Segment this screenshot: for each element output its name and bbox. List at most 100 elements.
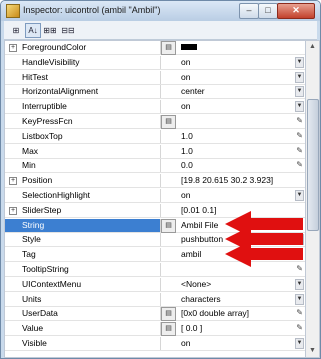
property-row-keypressfcn[interactable]: KeyPressFcn ▤ ✎ xyxy=(5,115,305,129)
property-value-cell[interactable]: 0.0 ✎ xyxy=(161,159,305,172)
dropdown-arrow-icon[interactable]: ▼ xyxy=(295,278,304,290)
property-row-position[interactable]: + Position [19.8 20.615 30.2 3.923] xyxy=(5,174,305,189)
property-value-cell[interactable]: on ▼ xyxy=(161,100,305,113)
property-name: Units xyxy=(22,293,42,304)
expand-icon[interactable]: + xyxy=(9,206,17,215)
dropdown-arrow-icon[interactable]: ▼ xyxy=(295,190,304,201)
text-editor-icon[interactable]: ▤ xyxy=(161,218,176,233)
property-value: [0x0 double array] xyxy=(181,308,250,319)
collapse-all-icon[interactable]: ⊟⊟ xyxy=(60,23,76,38)
property-row-selectionhighlight[interactable]: SelectionHighlight on ▼ xyxy=(5,189,305,203)
property-value-cell[interactable]: on ▼ xyxy=(161,337,305,350)
dropdown-arrow-icon[interactable]: ▼ xyxy=(295,86,304,98)
callback-icon[interactable]: ▤ xyxy=(161,115,176,129)
property-row-max[interactable]: Max 1.0 ✎ xyxy=(5,144,305,159)
vertical-scrollbar[interactable]: ▲ ▼ xyxy=(305,40,320,358)
edit-pencil-icon[interactable]: ✎ xyxy=(296,116,303,125)
sort-alphabetical-icon[interactable]: A↓ xyxy=(25,23,41,38)
property-name-cell[interactable]: UIContextMenu xyxy=(5,277,161,291)
value-editor-icon[interactable]: ▤ xyxy=(161,322,176,337)
property-name-cell[interactable]: Interruptible xyxy=(5,100,161,114)
property-row-units[interactable]: Units characters ▼ xyxy=(5,292,305,307)
property-name-cell[interactable]: + ForegroundColor xyxy=(5,41,161,54)
minimize-button[interactable]: – xyxy=(239,3,259,19)
dropdown-arrow-icon[interactable]: ▼ xyxy=(295,56,304,68)
property-name: UserData xyxy=(22,308,58,319)
expand-all-icon[interactable]: ⊞⊞ xyxy=(42,23,58,38)
edit-pencil-icon[interactable]: ✎ xyxy=(296,131,303,140)
property-value: on xyxy=(181,101,191,112)
edit-pencil-icon[interactable]: ✎ xyxy=(296,146,303,155)
property-row-visible[interactable]: Visible on ▼ xyxy=(5,337,305,351)
property-value: 1.0 xyxy=(181,130,193,141)
property-row-userdata[interactable]: UserData ▤ [0x0 double array] ✎ xyxy=(5,307,305,322)
property-row-min[interactable]: Min 0.0 ✎ xyxy=(5,159,305,174)
property-name-cell[interactable]: Tag xyxy=(5,248,161,262)
edit-pencil-icon[interactable]: ✎ xyxy=(296,160,303,169)
property-name-cell[interactable]: Max xyxy=(5,144,161,158)
property-name-cell[interactable]: Value xyxy=(5,322,161,336)
property-value: center xyxy=(181,86,205,97)
property-name-cell[interactable]: + Position xyxy=(5,174,161,188)
property-value-cell[interactable]: 1.0 ✎ xyxy=(161,130,305,143)
property-value-cell[interactable]: <None> ▼ xyxy=(161,278,305,291)
property-name-cell[interactable]: Style xyxy=(5,233,161,247)
property-value-cell[interactable]: 1.0 ✎ xyxy=(161,145,305,158)
property-value-cell[interactable]: ▤ [ 0.0 ] ✎ xyxy=(161,322,305,337)
categorize-icon[interactable]: ⊞ xyxy=(8,23,24,38)
dropdown-arrow-icon[interactable]: ▼ xyxy=(295,293,304,305)
property-name-cell[interactable]: ListboxTop xyxy=(5,129,161,143)
property-value-cell[interactable]: ▤ xyxy=(161,41,305,55)
scrollbar-thumb[interactable] xyxy=(307,99,319,231)
maximize-button[interactable]: □ xyxy=(258,3,278,19)
property-name-cell[interactable]: HitTest xyxy=(5,70,161,84)
property-row-uicontextmenu[interactable]: UIContextMenu <None> ▼ xyxy=(5,277,305,292)
property-name-cell[interactable]: Min xyxy=(5,159,161,173)
property-name: Max xyxy=(22,145,39,156)
edit-pencil-icon[interactable]: ✎ xyxy=(296,308,303,317)
property-name-cell[interactable]: String xyxy=(5,218,161,232)
property-value: on xyxy=(181,56,191,67)
property-value: 1.0 xyxy=(181,145,193,156)
title-bar[interactable]: Inspector: uicontrol (ambil "Ambil") – □… xyxy=(1,1,320,21)
array-editor-icon[interactable]: ▤ xyxy=(161,307,176,322)
property-row-interruptible[interactable]: Interruptible on ▼ xyxy=(5,100,305,115)
property-row-handlevisibility[interactable]: HandleVisibility on ▼ xyxy=(5,55,305,70)
property-name-cell[interactable]: HorizontalAlignment xyxy=(5,85,161,99)
property-row-horizontalalignment[interactable]: HorizontalAlignment center ▼ xyxy=(5,85,305,100)
property-value-cell[interactable]: ▤ [0x0 double array] ✎ xyxy=(161,307,305,322)
property-value-cell[interactable]: characters ▼ xyxy=(161,293,305,306)
property-name-cell[interactable]: + SliderStep xyxy=(5,203,161,217)
property-name-cell[interactable]: HandleVisibility xyxy=(5,55,161,69)
property-value-cell[interactable]: ▤ ✎ xyxy=(161,115,305,129)
expand-icon[interactable]: + xyxy=(9,44,17,52)
property-value-cell[interactable]: on ▼ xyxy=(161,189,305,202)
scroll-down-icon[interactable]: ▼ xyxy=(306,345,319,357)
inspector-toolbar: ⊞ A↓ ⊞⊞ ⊟⊟ xyxy=(4,21,317,40)
property-row-hittest[interactable]: HitTest on ▼ xyxy=(5,70,305,85)
close-button[interactable]: ✕ xyxy=(277,3,315,19)
edit-pencil-icon[interactable]: ✎ xyxy=(296,323,303,332)
dropdown-arrow-icon[interactable]: ▼ xyxy=(295,71,304,83)
property-value-cell[interactable]: on ▼ xyxy=(161,71,305,84)
property-name-cell[interactable]: SelectionHighlight xyxy=(5,189,161,202)
property-value-cell[interactable]: on ▼ xyxy=(161,56,305,69)
property-name: UIContextMenu xyxy=(22,278,82,289)
property-row-foregroundcolor[interactable]: + ForegroundColor ▤ xyxy=(5,41,305,55)
property-name-cell[interactable]: Visible xyxy=(5,337,161,350)
property-name-cell[interactable]: TooltipString xyxy=(5,263,161,276)
property-name: Interruptible xyxy=(22,101,67,112)
property-row-listboxtop[interactable]: ListboxTop 1.0 ✎ xyxy=(5,129,305,144)
dropdown-arrow-icon[interactable]: ▼ xyxy=(295,338,304,349)
scroll-up-icon[interactable]: ▲ xyxy=(306,41,319,53)
color-picker-icon[interactable]: ▤ xyxy=(161,41,176,55)
expand-icon[interactable]: + xyxy=(9,177,17,186)
property-value-cell[interactable]: center ▼ xyxy=(161,85,305,98)
color-swatch[interactable] xyxy=(181,44,197,50)
property-name-cell[interactable]: UserData xyxy=(5,307,161,321)
property-name-cell[interactable]: Units xyxy=(5,292,161,306)
property-value-cell[interactable]: [19.8 20.615 30.2 3.923] xyxy=(161,174,305,187)
property-row-value[interactable]: Value ▤ [ 0.0 ] ✎ xyxy=(5,322,305,337)
dropdown-arrow-icon[interactable]: ▼ xyxy=(295,101,304,113)
property-name-cell[interactable]: KeyPressFcn xyxy=(5,115,161,128)
